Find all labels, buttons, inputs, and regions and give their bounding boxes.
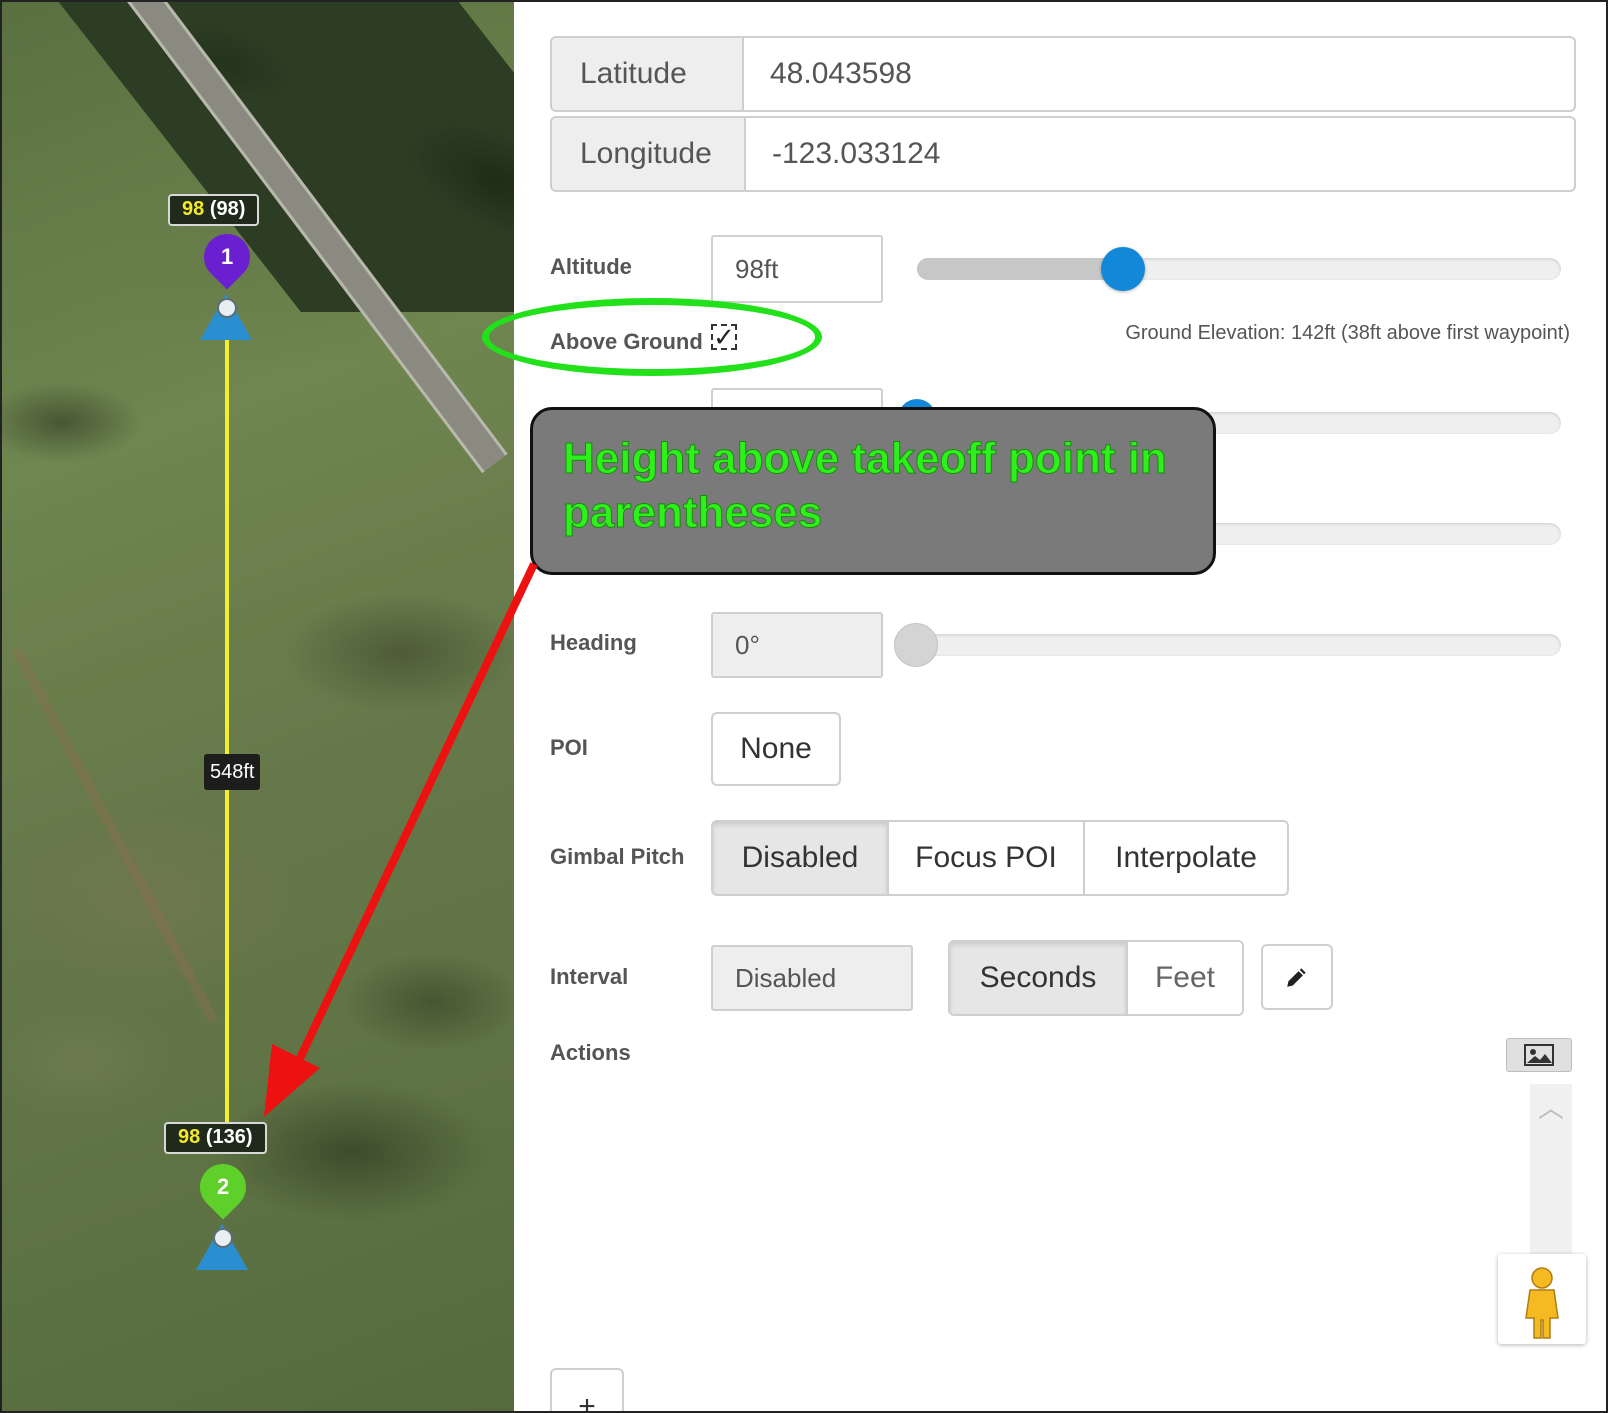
gimbal-pitch-toggle: Disabled Focus POI Interpolate — [711, 820, 1289, 896]
waypoint-number: 1 — [220, 244, 234, 269]
waypoint-height-above-takeoff: (136) — [205, 1126, 253, 1148]
waypoint-2-label: 98 (136) — [164, 1122, 267, 1154]
altitude-field[interactable]: 98ft — [711, 235, 883, 303]
feet-button[interactable]: Feet — [1128, 942, 1242, 1014]
waypoint-altitude: 98 — [178, 1126, 201, 1148]
altitude-slider-handle[interactable] — [1101, 247, 1145, 291]
waypoint-settings-panel: Latitude 48.043598 Longitude -123.033124… — [514, 2, 1606, 1411]
latitude-label: Latitude — [552, 38, 744, 110]
annotation-callout: Height above takeoff point in parenthese… — [530, 407, 1216, 575]
chevron-up-icon[interactable]: ︿ — [1530, 1088, 1572, 1123]
route-line — [225, 332, 229, 1152]
drone-center-icon — [213, 1228, 233, 1248]
poi-select-button[interactable]: None — [711, 712, 841, 786]
screenshot-frame: 98 (98) 1 548ft 98 (136) 2 Latitude 48.0… — [0, 0, 1608, 1413]
gimbal-disabled-button[interactable]: Disabled — [713, 822, 889, 894]
altitude-label: Altitude — [550, 254, 632, 279]
pegman-icon — [1525, 1267, 1559, 1339]
image-icon — [1524, 1044, 1554, 1066]
waypoint-2-marker[interactable]: 2 — [190, 1154, 256, 1220]
actions-label: Actions — [550, 1040, 631, 1065]
altitude-slider-fill — [917, 258, 1123, 280]
heading-field[interactable]: 0° — [711, 612, 883, 678]
photo-action-button[interactable] — [1506, 1038, 1572, 1072]
waypoint-1-label: 98 (98) — [168, 194, 260, 226]
longitude-label: Longitude — [552, 118, 746, 190]
seconds-button[interactable]: Seconds — [950, 942, 1128, 1014]
waypoint-altitude: 98 — [182, 198, 205, 220]
interval-field[interactable]: Disabled — [711, 945, 913, 1011]
poi-label: POI — [550, 735, 588, 760]
latitude-field[interactable]: 48.043598 — [744, 38, 1574, 110]
gimbal-interpolate-button[interactable]: Interpolate — [1085, 822, 1287, 894]
satellite-map[interactable]: 98 (98) 1 548ft 98 (136) 2 — [2, 2, 514, 1411]
gimbal-pitch-label: Gimbal Pitch — [550, 844, 685, 869]
longitude-field[interactable]: -123.033124 — [746, 118, 1574, 190]
edit-interval-button[interactable] — [1261, 944, 1333, 1010]
heading-label: Heading — [550, 630, 637, 655]
heading-slider-track[interactable] — [894, 634, 1561, 656]
waypoint-number: 2 — [216, 1174, 230, 1199]
altitude-slider-track[interactable] — [917, 258, 1561, 280]
drone-center-icon — [217, 298, 237, 318]
segment-distance-label: 548ft — [204, 754, 261, 790]
gimbal-focus-poi-button[interactable]: Focus POI — [889, 822, 1085, 894]
highlight-ellipse — [482, 298, 822, 376]
add-action-button[interactable]: + — [550, 1368, 624, 1411]
pencil-icon — [1287, 968, 1306, 987]
interval-label: Interval — [550, 964, 629, 989]
dirt-trail — [12, 647, 219, 1023]
latitude-input-group: Latitude 48.043598 — [550, 36, 1576, 112]
interval-unit-toggle: Seconds Feet — [948, 940, 1244, 1016]
heading-slider-handle[interactable] — [894, 623, 938, 667]
longitude-input-group: Longitude -123.033124 — [550, 116, 1576, 192]
waypoint-height-above-takeoff: (98) — [209, 198, 246, 220]
street-view-pegman[interactable] — [1498, 1254, 1586, 1344]
ground-elevation-text: Ground Elevation: 142ft (38ft above firs… — [1125, 322, 1570, 344]
hidden-slider-track[interactable] — [1194, 523, 1561, 545]
